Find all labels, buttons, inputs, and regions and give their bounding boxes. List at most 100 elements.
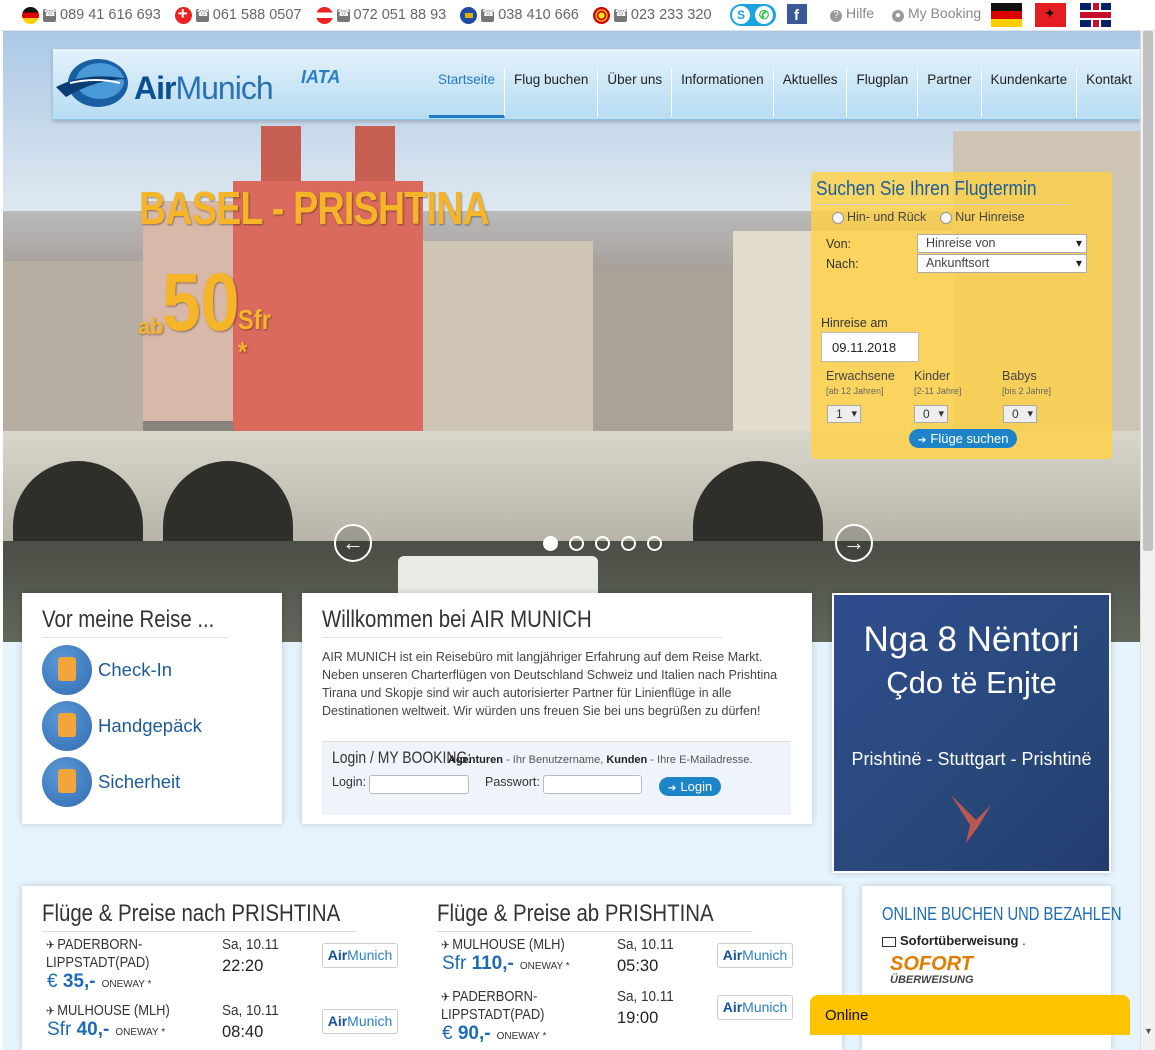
flight-row[interactable]: ✈ MULHOUSE (MLH) Sa, 10.11 08:40 Sfr 40,-… [42,1002,413,1050]
babies-select[interactable]: 0 [1003,405,1037,423]
flight-price: € 90,- ONEWAY * [442,1023,546,1045]
nav-aktuelles[interactable]: Aktuelles [773,68,848,118]
scroll-down-arrow-icon[interactable]: ▼ [1144,1026,1153,1036]
nav-partner[interactable]: Partner [918,68,982,118]
price-value: 35,- [62,971,96,992]
price-currency: Sfr [47,1019,72,1040]
slider-dot[interactable] [543,536,558,551]
bird-icon [951,795,991,843]
flight-route: ✈ PADERBORN-LIPPSTADT(PAD) [46,936,192,972]
hero-building [593,271,733,451]
my-booking-link[interactable]: ● My Booking [892,5,981,22]
airplane-icon: ✈ [441,938,450,952]
login-title: Login / MY BOOKING: Agenturen - Ihr Benu… [332,748,781,768]
nav-informationen[interactable]: Informationen [672,68,774,118]
flights-prices-panel: Flüge & Preise nach PRISHTINA ✈ PADERBORN… [22,886,842,1050]
language-english-flag-icon[interactable] [1080,3,1111,27]
banner-line-3: Prishtinë - Stuttgart - Prishtinë [851,749,1092,769]
credit-card-icon [882,936,896,947]
nav-flug-buchen[interactable]: Flug buchen [505,68,599,118]
flight-row[interactable]: ✈ MULHOUSE (MLH) Sa, 10.11 05:30 Sfr 110,… [437,936,808,984]
language-german-flag-icon[interactable] [991,3,1022,27]
kids-select[interactable]: 0 [914,405,948,423]
scrollbar-thumb[interactable] [1143,31,1153,551]
kosovo-flag-icon [460,6,478,24]
nav-startseite[interactable]: Startseite [429,68,506,118]
airline-logo-munich: Munich [742,947,788,963]
phone-number: 038 410 666 [498,7,579,23]
online-chat-widget[interactable]: Online [810,995,1130,1035]
checkin-link[interactable]: Check-In [42,644,262,696]
baggage-link[interactable]: Handgepäck [42,700,262,752]
phone-icon [481,8,495,22]
slider-dot[interactable] [621,536,636,551]
radio-one-way[interactable]: Nur Hinreise [940,210,1025,224]
flight-route: ✈ PADERBORN-LIPPSTADT(PAD) [441,988,587,1024]
slider-next-arrow-icon[interactable]: → [835,524,873,562]
nav-ueber-uns[interactable]: Über uns [598,68,673,118]
kids-label: Kinder [2-11 Jahre] [914,369,961,396]
phone-icon [336,8,350,22]
welcome-title: Willkommen bei AIR MUNICH [322,606,722,638]
nav-kontakt[interactable]: Kontakt [1077,68,1141,118]
skype-icon[interactable]: S ✆ [729,4,776,26]
facebook-icon[interactable]: f [786,4,807,24]
slider-prev-arrow-icon[interactable]: ← [334,524,372,562]
airline-logo: AirMunich [322,1009,398,1034]
nav-flugplan[interactable]: Flugplan [847,68,919,118]
phone-at[interactable]: 072 051 88 93 [315,6,446,24]
price-value: 40,- [76,1019,110,1040]
login-button[interactable]: ➔ Login [659,777,722,796]
airmunich-logo[interactable]: AirMunich [56,55,274,113]
flight-time: 05:30 [617,957,659,975]
password-label: Passwort: [485,775,540,789]
phone-ch[interactable]: 061 588 0507 [174,6,302,24]
slider-dot[interactable] [569,536,584,551]
airline-logo-munich: Munich [742,999,788,1015]
welcome-panel: Willkommen bei AIR MUNICH AIR MUNICH ist… [302,593,812,824]
phone-de[interactable]: 089 41 616 693 [22,6,161,24]
radio-round-trip[interactable]: Hin- und Rück [832,210,926,224]
nav-kundenkarte[interactable]: Kundenkarte [981,68,1078,118]
phone-mk[interactable]: 023 233 320 [592,6,712,24]
flight-date: Sa, 10.11 [617,988,674,1005]
hint-customers-text: - Ihre E-Mailadresse. [647,754,753,766]
sofort-logo[interactable]: SOFORT ÜBERWEISUNG [890,954,1091,988]
flight-row[interactable]: ✈ PADERBORN-LIPPSTADT(PAD) Sa, 10.11 19:0… [437,988,808,1050]
checkin-label: Check-In [98,659,173,680]
help-link[interactable]: ? Hilfe [830,5,874,22]
security-link[interactable]: Sicherheit [42,756,262,808]
flight-price: € 35,- ONEWAY * [47,971,151,993]
password-input[interactable] [543,775,642,794]
flight-route: ✈ MULHOUSE (MLH) [46,1002,192,1020]
radio-icon[interactable] [832,211,844,224]
airline-logo-munich: Munich [347,1013,393,1029]
airline-logo-air: Air [722,999,743,1015]
promo-banner-panel[interactable]: Nga 8 Nëntori Çdo të Enjte Prishtinë - S… [832,593,1111,873]
adults-select[interactable]: 1 [827,405,861,423]
radio-icon[interactable] [940,211,953,224]
von-select[interactable]: Hinreise von [917,234,1087,253]
search-flights-button[interactable]: ➔ Flüge suchen [909,429,1018,448]
stuttgart-promo-banner[interactable]: Nga 8 Nëntori Çdo të Enjte Prishtinë - S… [834,595,1109,871]
flight-row[interactable]: ✈ PADERBORN-LIPPSTADT(PAD) Sa, 10.11 22:2… [42,936,413,998]
nach-select[interactable]: Ankunftsort [917,254,1087,273]
slider-dot[interactable] [647,536,662,551]
sofort-logo-sub: ÜBERWEISUNG [890,974,974,986]
price-type: ONEWAY * [519,961,570,972]
price-currency: € [442,1023,453,1044]
page-scrollbar[interactable]: ▼ [1140,31,1155,1050]
austria-flag-icon [315,6,333,24]
departure-date-input[interactable]: 09.11.2018 [821,332,919,362]
login-input[interactable] [369,775,469,794]
language-albanian-flag-icon[interactable] [1035,3,1066,27]
route-label: PADERBORN-LIPPSTADT(PAD) [46,936,150,971]
flight-time: 08:40 [222,1023,264,1041]
search-title: Suchen Sie Ihren Flugtermin [816,178,1070,205]
payment-title: ONLINE BUCHEN UND BEZAHLEN [882,904,1122,924]
phone-number: 089 41 616 693 [60,7,161,23]
logo-munich: Munich [175,70,273,106]
slider-dot[interactable] [595,536,610,551]
logo-air: Air [134,70,176,106]
phone-xk[interactable]: 038 410 666 [460,6,579,24]
